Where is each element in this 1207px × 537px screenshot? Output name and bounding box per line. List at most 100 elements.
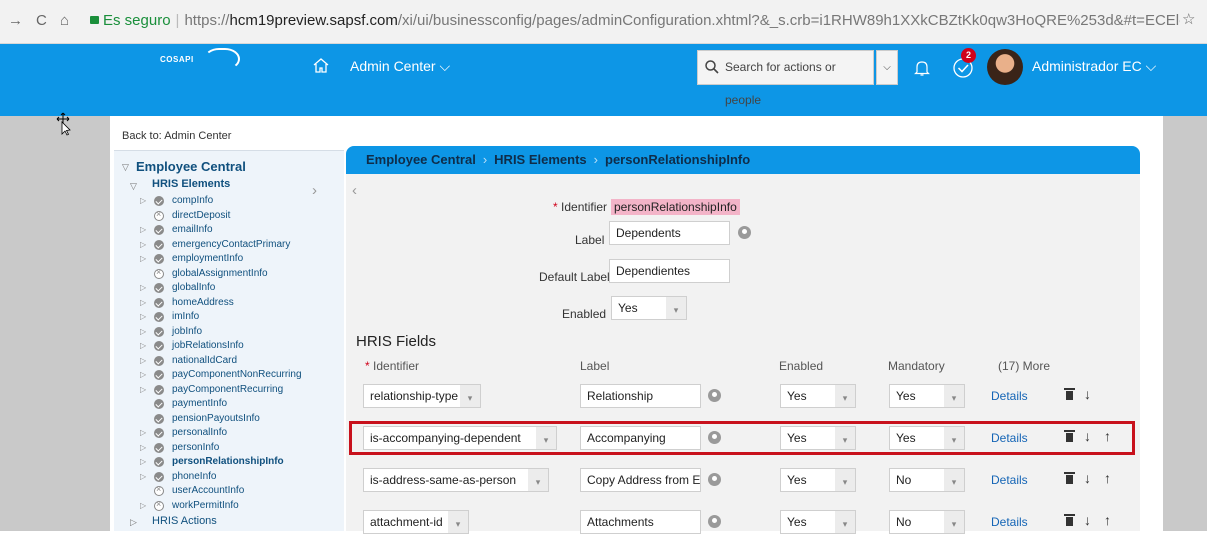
translate-globe-icon[interactable] — [738, 226, 751, 239]
field-identifier-select[interactable]: relationship-type ▾ — [363, 384, 481, 408]
tree-item[interactable]: workPermitInfo — [154, 499, 239, 514]
reload-icon[interactable]: C — [36, 12, 47, 29]
expand-arrow-icon[interactable]: ▷ — [140, 385, 146, 394]
translate-globe-icon[interactable] — [708, 515, 721, 528]
address-bar[interactable]: Es seguro | https://hcm19preview.sapsf.com… — [90, 9, 1180, 33]
home-icon[interactable] — [312, 57, 330, 73]
tree-group-next[interactable]: HRIS Actions — [152, 515, 217, 529]
notification-bell-icon[interactable] — [914, 59, 930, 77]
search-scope-dropdown[interactable]: ⌵ — [876, 50, 898, 85]
tree-item[interactable]: phoneInfo — [154, 471, 217, 485]
collapse-arrow-icon[interactable]: ▽ — [122, 162, 129, 173]
tree-item[interactable]: personRelationshipInfo — [154, 456, 284, 470]
tree-item[interactable]: employmentInfo — [154, 253, 243, 267]
collapse-panel-icon[interactable]: ‹ — [352, 182, 357, 199]
tree-item[interactable]: payComponentRecurring — [154, 384, 283, 398]
check-circle-icon — [154, 399, 164, 409]
field-identifier-select[interactable]: attachment-id ▾ — [363, 510, 469, 534]
tree-item[interactable]: jobInfo — [154, 326, 202, 340]
expand-arrow-icon[interactable]: ▷ — [140, 312, 146, 321]
tree-item[interactable]: directDeposit — [154, 209, 230, 224]
back-icon[interactable]: → — [8, 12, 23, 29]
company-logo[interactable]: COSAPI — [160, 48, 240, 70]
tree-item[interactable]: jobRelationsInfo — [154, 340, 244, 354]
breadcrumb-item[interactable]: HRIS Elements — [494, 152, 586, 167]
trash-icon[interactable] — [1064, 472, 1075, 484]
home-icon[interactable]: ⌂ — [60, 12, 69, 29]
tree-item[interactable]: personInfo — [154, 442, 219, 456]
expand-arrow-icon[interactable]: ▷ — [140, 457, 146, 466]
expand-arrow-icon[interactable]: ▷ — [130, 517, 137, 528]
field-mandatory-select[interactable]: No ▾ — [889, 468, 965, 492]
expand-panel-icon[interactable]: › — [312, 182, 317, 199]
user-menu[interactable]: Administrador EC ⌵ — [1032, 58, 1156, 75]
more-columns-link[interactable]: (17) More — [998, 359, 1050, 373]
expand-arrow-icon[interactable]: ▷ — [140, 341, 146, 350]
tree-item[interactable]: globalAssignmentInfo — [154, 267, 268, 282]
trash-icon[interactable] — [1064, 514, 1075, 526]
move-up-icon[interactable]: ↑ — [1104, 512, 1111, 528]
tree-item[interactable]: compInfo — [154, 195, 213, 209]
tree-item[interactable]: paymentInfo — [154, 398, 227, 412]
label-field[interactable]: Dependents — [609, 221, 730, 245]
chevron-down-icon: ▾ — [944, 469, 964, 491]
field-enabled-select[interactable]: Yes ▾ — [780, 468, 856, 492]
expand-arrow-icon[interactable]: ▷ — [140, 254, 146, 263]
bookmark-star-icon[interactable]: ☆ — [1182, 10, 1195, 28]
expand-arrow-icon[interactable]: ▷ — [140, 196, 146, 205]
field-mandatory-select[interactable]: Yes ▾ — [889, 384, 965, 408]
tree-item[interactable]: nationalIdCard — [154, 355, 237, 369]
expand-arrow-icon[interactable]: ▷ — [140, 501, 146, 510]
expand-arrow-icon[interactable]: ▷ — [140, 356, 146, 365]
module-switcher[interactable]: Admin Center ⌵ — [350, 58, 450, 75]
move-down-icon[interactable]: ↓ — [1084, 512, 1091, 528]
enabled-select[interactable]: Yes ▾ — [611, 296, 687, 320]
field-label-input[interactable]: Attachments — [580, 510, 701, 534]
field-identifier-select[interactable]: is-address-same-as-person ▾ — [363, 468, 549, 492]
search-input[interactable]: Search for actions or people — [697, 50, 874, 107]
enabled-value: Yes — [618, 301, 638, 315]
avatar[interactable] — [987, 49, 1023, 85]
expand-arrow-icon[interactable]: ▷ — [140, 472, 146, 481]
field-mandatory-select[interactable]: No ▾ — [889, 510, 965, 534]
tree-group[interactable]: HRIS Elements — [152, 178, 230, 190]
tree-item[interactable]: emergencyContactPrimary — [154, 239, 290, 253]
move-down-icon[interactable]: ↓ — [1084, 386, 1091, 402]
translate-globe-icon[interactable] — [708, 473, 721, 486]
field-label-input[interactable]: Relationship — [580, 384, 701, 408]
collapse-arrow-icon[interactable]: ▽ — [130, 181, 137, 192]
field-enabled-select[interactable]: Yes ▾ — [780, 510, 856, 534]
translate-globe-icon[interactable] — [708, 389, 721, 402]
field-enabled-select[interactable]: Yes ▾ — [780, 384, 856, 408]
trash-icon[interactable] — [1064, 388, 1075, 400]
check-circle-icon — [154, 225, 164, 235]
tree-item[interactable]: emailInfo — [154, 224, 213, 238]
tree-item[interactable]: imInfo — [154, 311, 199, 325]
move-down-icon[interactable]: ↓ — [1084, 470, 1091, 486]
expand-arrow-icon[interactable]: ▷ — [140, 240, 146, 249]
tree-item[interactable]: pensionPayoutsInfo — [154, 413, 260, 427]
tree-item[interactable]: userAccountInfo — [154, 484, 244, 499]
details-link[interactable]: Details — [991, 473, 1028, 487]
expand-arrow-icon[interactable]: ▷ — [140, 298, 146, 307]
expand-arrow-icon[interactable]: ▷ — [140, 443, 146, 452]
tree-item[interactable]: globalInfo — [154, 282, 215, 296]
expand-arrow-icon[interactable]: ▷ — [140, 370, 146, 379]
move-up-icon[interactable]: ↑ — [1104, 470, 1111, 486]
check-circle-icon — [154, 196, 164, 206]
url-host: hcm19preview.sapsf.com — [229, 12, 398, 29]
breadcrumb-item[interactable]: Employee Central — [366, 152, 476, 167]
tree-item[interactable]: homeAddress — [154, 297, 234, 311]
expand-arrow-icon[interactable]: ▷ — [140, 428, 146, 437]
expand-arrow-icon[interactable]: ▷ — [140, 283, 146, 292]
tree-root[interactable]: Employee Central — [136, 159, 246, 174]
details-link[interactable]: Details — [991, 515, 1028, 529]
expand-arrow-icon[interactable]: ▷ — [140, 327, 146, 336]
default-label-field[interactable]: Dependientes — [609, 259, 730, 283]
field-label-input[interactable]: Copy Address from Em — [580, 468, 701, 492]
tree-item[interactable]: personalInfo — [154, 427, 227, 441]
details-link[interactable]: Details — [991, 389, 1028, 403]
back-to-admin-link[interactable]: Back to: Admin Center — [122, 130, 231, 142]
expand-arrow-icon[interactable]: ▷ — [140, 225, 146, 234]
tree-item[interactable]: payComponentNonRecurring — [154, 369, 302, 383]
